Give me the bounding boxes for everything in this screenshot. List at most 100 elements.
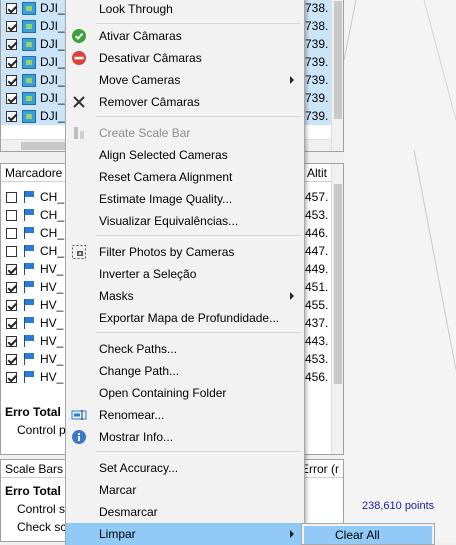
check-circle-icon: [71, 28, 87, 44]
menu-move-cameras[interactable]: Move Cameras: [66, 69, 304, 91]
rename-icon: [71, 407, 87, 423]
menu-masks[interactable]: Masks: [66, 285, 304, 307]
marker-label: HV_: [40, 370, 64, 384]
marker-label: HV_: [40, 280, 64, 294]
menu-reset-alignment[interactable]: Reset Camera Alignment: [66, 166, 304, 188]
cameras-scrollbar[interactable]: [331, 0, 343, 151]
menu-marcar[interactable]: Marcar: [66, 479, 304, 501]
submenu-clear-all-label: Clear All: [335, 528, 380, 542]
menu-create-scale-bar[interactable]: Create Scale Bar: [66, 122, 304, 144]
context-menu: Look Through Ativar Câmaras Desativar Câ…: [65, 0, 305, 545]
camera-image-icon: [22, 109, 36, 123]
menu-visualizar[interactable]: Visualizar Equivalências...: [66, 210, 304, 232]
viewport-grid: [344, 0, 456, 371]
menu-remover-camaras[interactable]: Remover Câmaras: [66, 91, 304, 113]
camera-value: 739.: [305, 55, 329, 69]
menu-inverter-selecao[interactable]: Inverter a Seleção: [66, 263, 304, 285]
marker-value: 453.: [305, 352, 329, 366]
marker-value: 453.: [305, 208, 329, 222]
menu-renomear[interactable]: Renomear...: [66, 404, 304, 426]
camera-value: 739.: [305, 37, 329, 51]
marker-flag-icon: [22, 190, 36, 204]
camera-image-icon: [22, 1, 36, 15]
markers-total-label: Erro Total: [5, 405, 61, 419]
remove-x-icon: [71, 94, 87, 110]
camera-image-icon: [22, 19, 36, 33]
menu-ativar-camaras[interactable]: Ativar Câmaras: [66, 25, 304, 47]
scalebars-check-label: Check sc: [17, 520, 67, 534]
marker-label: HV_: [40, 352, 64, 366]
camera-label: DJI_: [40, 37, 65, 51]
menu-estimate-quality[interactable]: Estimate Image Quality...: [66, 188, 304, 210]
marker-checkbox[interactable]: [6, 299, 17, 311]
filter-photos-icon: [71, 244, 87, 260]
marker-value: 455.: [305, 298, 329, 312]
marker-value: 446.: [305, 226, 329, 240]
menu-open-folder[interactable]: Open Containing Folder: [66, 382, 304, 404]
marker-flag-icon: [22, 316, 36, 330]
camera-checkbox[interactable]: [6, 2, 17, 14]
marker-checkbox[interactable]: [6, 227, 17, 239]
marker-label: CH_: [40, 208, 65, 222]
camera-checkbox[interactable]: [6, 110, 17, 122]
marker-label: HV_: [40, 316, 64, 330]
marker-checkbox[interactable]: [6, 281, 17, 293]
disable-circle-icon: [71, 50, 87, 66]
marker-value: 449.: [305, 262, 329, 276]
menu-align-selected[interactable]: Align Selected Cameras: [66, 144, 304, 166]
points-count-label: 238,610 points: [362, 500, 435, 512]
camera-value: 739.: [305, 109, 329, 123]
marker-checkbox[interactable]: [6, 353, 17, 365]
menu-exportar-mapa[interactable]: Exportar Mapa de Profundidade...: [66, 307, 304, 329]
marker-checkbox[interactable]: [6, 335, 17, 347]
marker-flag-icon: [22, 226, 36, 240]
marker-checkbox[interactable]: [6, 245, 17, 257]
marker-label: CH_: [40, 190, 65, 204]
marker-checkbox[interactable]: [6, 371, 17, 383]
marker-value: 443.: [305, 334, 329, 348]
scalebars-header-label: Scale Bars: [5, 462, 64, 476]
menu-check-paths[interactable]: Check Paths...: [66, 338, 304, 360]
camera-checkbox[interactable]: [6, 38, 17, 50]
marker-checkbox[interactable]: [6, 209, 17, 221]
model-viewport[interactable]: 238,610 points: [344, 0, 456, 542]
camera-checkbox[interactable]: [6, 56, 17, 68]
marker-label: CH_: [40, 244, 65, 258]
marker-flag-icon: [22, 262, 36, 276]
menu-filter-photos[interactable]: Filter Photos by Cameras: [66, 241, 304, 263]
submenu-arrow-icon: [290, 530, 294, 538]
camera-label: DJI_: [40, 19, 65, 33]
camera-label: DJI_: [40, 109, 65, 123]
menu-mostrar-info[interactable]: Mostrar Info...: [66, 426, 304, 448]
scalebars-total-label: Erro Total: [5, 484, 61, 498]
menu-look-through[interactable]: Look Through: [66, 0, 304, 20]
camera-checkbox[interactable]: [6, 20, 17, 32]
menu-desativar-camaras[interactable]: Desativar Câmaras: [66, 47, 304, 69]
markers-header-right: Altit: [307, 166, 328, 180]
marker-flag-icon: [22, 352, 36, 366]
camera-label: DJI_: [40, 73, 65, 87]
menu-set-accuracy[interactable]: Set Accuracy...: [66, 457, 304, 479]
marker-value: 437.: [305, 316, 329, 330]
markers-header-label: Marcadore: [5, 166, 63, 180]
info-icon: [71, 429, 87, 445]
marker-flag-icon: [22, 370, 36, 384]
scalebars-control-label: Control s: [17, 502, 66, 516]
camera-value: 739.: [305, 91, 329, 105]
menu-change-path[interactable]: Change Path...: [66, 360, 304, 382]
camera-checkbox[interactable]: [6, 74, 17, 86]
camera-label: DJI_: [40, 55, 65, 69]
marker-checkbox[interactable]: [6, 317, 17, 329]
submenu-arrow-icon: [290, 292, 294, 300]
marker-label: HV_: [40, 262, 64, 276]
marker-value: 457.: [305, 190, 329, 204]
marker-checkbox[interactable]: [6, 191, 17, 203]
marker-value: 447.: [305, 244, 329, 258]
marker-flag-icon: [22, 244, 36, 258]
marker-flag-icon: [22, 208, 36, 222]
camera-checkbox[interactable]: [6, 92, 17, 104]
marker-checkbox[interactable]: [6, 263, 17, 275]
menu-desmarcar[interactable]: Desmarcar: [66, 501, 304, 523]
markers-scrollbar[interactable]: [331, 164, 343, 454]
markers-control-label: Control p: [17, 423, 66, 437]
